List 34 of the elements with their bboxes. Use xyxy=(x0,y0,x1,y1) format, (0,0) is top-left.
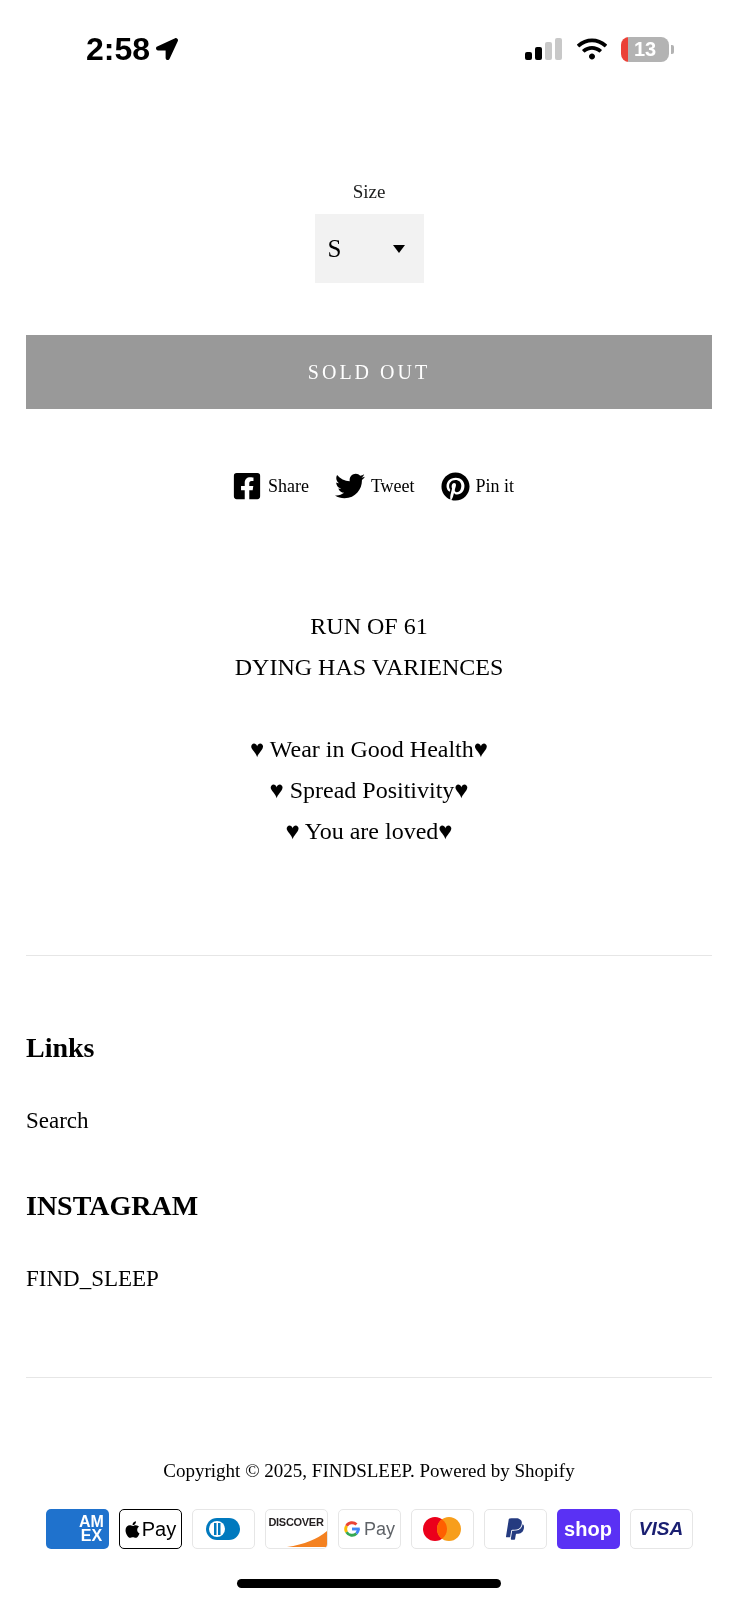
footer-link[interactable]: FIND_SLEEP xyxy=(26,1265,159,1293)
payment-label: VISA xyxy=(638,1518,684,1540)
payment-label: shop xyxy=(564,1518,612,1540)
share-link[interactable]: Share xyxy=(231,471,309,501)
facebook-icon xyxy=(231,471,262,501)
footer-link[interactable]: Search xyxy=(26,1107,89,1135)
status-time: 2:58 xyxy=(86,31,151,67)
pinterest-icon xyxy=(440,471,470,501)
caret-icon xyxy=(392,244,405,253)
description-line: ♥ You are loved♥ xyxy=(285,817,453,846)
description-line: ♥ Spread Positivity♥ xyxy=(269,776,469,805)
battery-percent: 13 xyxy=(633,38,657,60)
footer-heading: INSTAGRAM xyxy=(26,1189,199,1223)
signal-icon xyxy=(525,38,563,60)
description-line: RUN OF 61 xyxy=(310,612,428,641)
wifi-icon xyxy=(576,37,608,61)
size-label: Size xyxy=(352,180,386,204)
bird-icon xyxy=(334,471,365,501)
description-line: ♥ Wear in Good Health♥ xyxy=(249,735,489,764)
location-arrow-icon xyxy=(156,38,179,60)
payment-label: Pay xyxy=(141,1518,177,1540)
paypal-icon xyxy=(505,1517,525,1541)
footer-heading: Links xyxy=(26,1031,95,1065)
overlapping-circles-icon xyxy=(423,1517,461,1541)
payment-label: DISCOVER xyxy=(268,1516,324,1529)
description-line: DYING HAS VARIENCES xyxy=(234,653,504,682)
copyright-text: Copyright © 2025, FINDSLEEP. Powered by Shopify xyxy=(163,1459,575,1483)
payment-label: AM EX xyxy=(78,1515,105,1543)
share-link[interactable]: Pin it xyxy=(440,471,515,501)
payment-label: Pay xyxy=(364,1519,395,1539)
g-logo-icon xyxy=(343,1520,361,1538)
size-select[interactable]: S xyxy=(314,214,424,283)
share-link[interactable]: Tweet xyxy=(334,471,415,501)
apple-icon xyxy=(123,1519,141,1539)
